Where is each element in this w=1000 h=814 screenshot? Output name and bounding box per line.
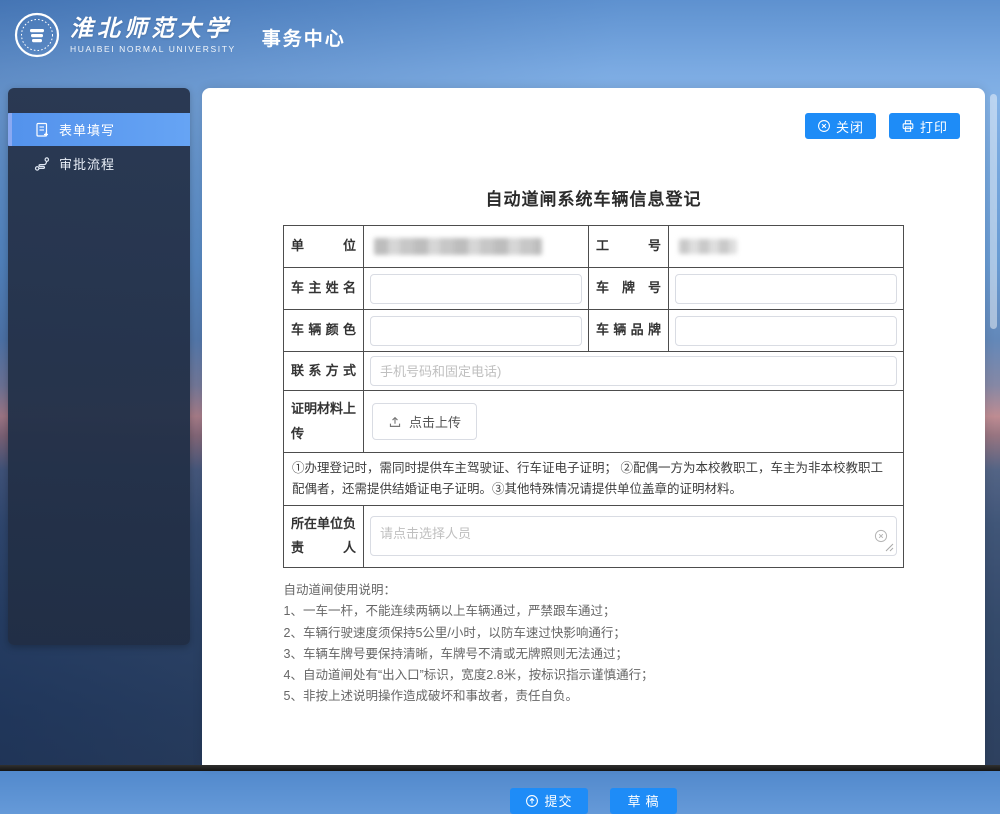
instruction-item: 3、车辆车牌号要保持清晰，车牌号不清或无牌照则无法通过；	[284, 644, 904, 665]
close-button-label: 关闭	[836, 117, 864, 136]
scrollbar[interactable]	[990, 94, 997, 329]
page-header: 淮北师范大学 HUAIBEI NORMAL UNIVERSITY 事务中心	[14, 12, 346, 58]
vehicle-brand-input[interactable]	[675, 316, 897, 346]
upload-icon	[388, 415, 402, 429]
registration-notice: ①办理登记时，需同时提供车主驾驶证、行车证电子证明； ②配偶一方为本校教职工，车…	[284, 453, 904, 505]
plate-number-label: 车牌号	[589, 268, 669, 310]
table-row: ①办理登记时，需同时提供车主驾驶证、行车证电子证明； ②配偶一方为本校教职工，车…	[284, 453, 904, 505]
submit-icon	[525, 794, 539, 808]
plate-number-cell	[669, 268, 904, 310]
manager-cell	[364, 505, 904, 567]
owner-name-label: 车主姓名	[284, 268, 364, 310]
form-actions: 提交 草稿	[202, 788, 985, 814]
instructions-title: 自动道闸使用说明：	[284, 580, 904, 601]
sidebar-item-label: 审批流程	[59, 154, 115, 173]
bottom-edge	[0, 765, 1000, 771]
usage-instructions: 自动道闸使用说明： 1、一车一杆，不能连续两辆以上车辆通过，严禁跟车通过； 2、…	[284, 580, 904, 708]
vehicle-color-input[interactable]	[370, 316, 582, 346]
form-title: 自动道闸系统车辆信息登记	[284, 185, 904, 210]
content-card: 关闭 打印 自动道闸系统车辆信息登记 单位 工号 车主姓名	[202, 88, 985, 766]
university-name-block: 淮北师范大学 HUAIBEI NORMAL UNIVERSITY	[70, 16, 236, 54]
sidebar-item-label: 表单填写	[59, 120, 115, 139]
contact-label: 联系方式	[284, 352, 364, 391]
unit-label: 单位	[284, 226, 364, 268]
university-name-en: HUAIBEI NORMAL UNIVERSITY	[70, 44, 236, 54]
owner-name-cell	[364, 268, 589, 310]
vehicle-form-table: 单位 工号 车主姓名 车牌号 车辆颜色 车辆品牌	[283, 225, 904, 568]
form-icon	[34, 122, 50, 138]
manager-select-input[interactable]	[370, 516, 897, 556]
table-row: 车主姓名 车牌号	[284, 268, 904, 310]
vehicle-color-label: 车辆颜色	[284, 310, 364, 352]
table-row: 车辆颜色 车辆品牌	[284, 310, 904, 352]
employee-id-label: 工号	[589, 226, 669, 268]
plate-number-input[interactable]	[675, 274, 897, 304]
vehicle-color-cell	[364, 310, 589, 352]
table-row: 所在单位负责人	[284, 505, 904, 567]
instruction-item: 2、车辆行驶速度须保持5公里/小时，以防车速过快影响通行；	[284, 623, 904, 644]
unit-value-redacted	[374, 238, 542, 255]
table-row: 联系方式	[284, 352, 904, 391]
flow-icon	[34, 156, 50, 172]
university-name-zh: 淮北师范大学	[70, 16, 236, 41]
draft-button-label: 草稿	[628, 791, 664, 810]
instruction-item: 1、一车一杆，不能连续两辆以上车辆通过，严禁跟车通过；	[284, 601, 904, 622]
owner-name-input[interactable]	[370, 274, 582, 304]
clear-icon[interactable]	[874, 529, 888, 543]
upload-button-label: 点击上传	[409, 412, 461, 431]
sidebar-item-approval-flow[interactable]: 审批流程	[8, 147, 190, 180]
upload-button[interactable]: 点击上传	[372, 403, 477, 440]
manager-label: 所在单位负责人	[284, 505, 364, 567]
print-button[interactable]: 打印	[889, 113, 960, 139]
instruction-item: 4、自动道闸处有“出入口”标识，宽度2.8米，按标识指示谨慎通行；	[284, 665, 904, 686]
submit-button[interactable]: 提交	[510, 788, 587, 814]
submit-button-label: 提交	[544, 791, 572, 810]
upload-label: 证明材料上传	[284, 391, 364, 453]
sidebar: 表单填写 审批流程	[8, 88, 190, 645]
vehicle-brand-cell	[669, 310, 904, 352]
toolbar: 关闭 打印	[202, 88, 985, 139]
manager-select-wrap	[370, 516, 897, 556]
print-button-label: 打印	[920, 117, 948, 136]
draft-button[interactable]: 草稿	[610, 788, 677, 814]
vehicle-brand-label: 车辆品牌	[589, 310, 669, 352]
close-button[interactable]: 关闭	[805, 113, 876, 139]
printer-icon	[901, 119, 915, 133]
app-title: 事务中心	[262, 20, 346, 51]
unit-value-cell	[364, 226, 589, 268]
table-row: 单位 工号	[284, 226, 904, 268]
instruction-item: 5、非按上述说明操作造成破坏和事故者，责任自负。	[284, 686, 904, 707]
contact-cell	[364, 352, 904, 391]
employee-id-value-redacted	[679, 239, 737, 254]
sidebar-item-form-fill[interactable]: 表单填写	[8, 113, 190, 146]
resize-handle-icon[interactable]	[885, 543, 894, 552]
employee-id-value-cell	[669, 226, 904, 268]
table-row: 证明材料上传 点击上传	[284, 391, 904, 453]
close-icon	[817, 119, 831, 133]
university-logo-icon	[14, 12, 60, 58]
upload-cell: 点击上传	[364, 391, 904, 453]
contact-input[interactable]	[370, 356, 897, 386]
